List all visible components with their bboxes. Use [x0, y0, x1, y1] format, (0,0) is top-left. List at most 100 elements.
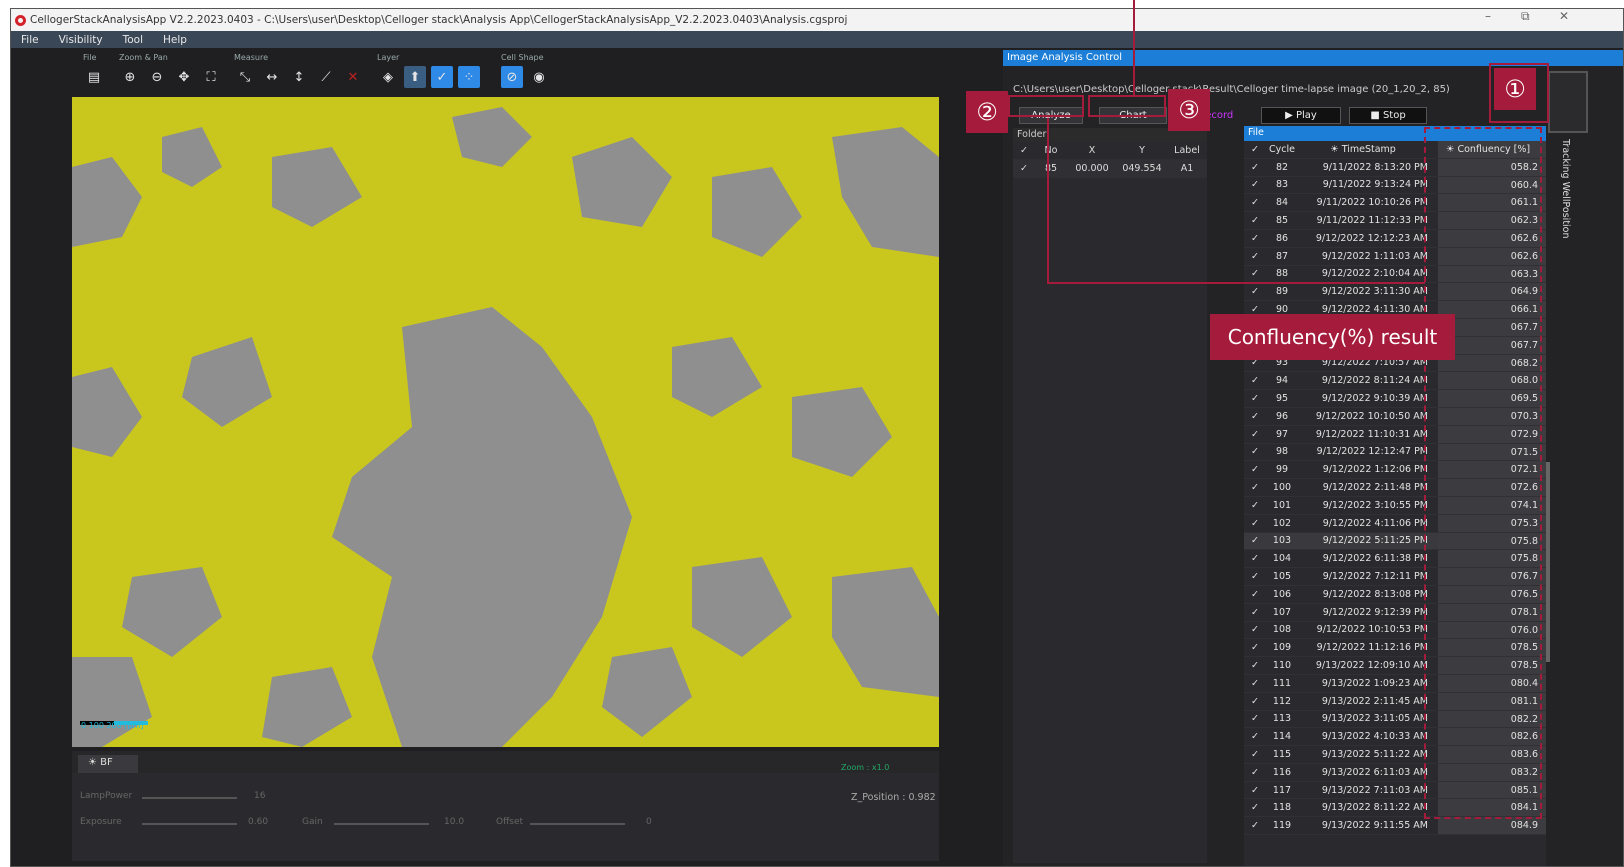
row-check[interactable]: ✓	[1244, 429, 1266, 440]
row-timestamp: 9/12/2022 8:13:08 PM	[1322, 588, 1428, 600]
folder-row-x: 00.000	[1075, 163, 1109, 174]
row-check[interactable]: ✓	[1244, 535, 1266, 546]
measure-line-icon[interactable]: ⤡	[234, 66, 256, 88]
row-cycle: 108	[1272, 624, 1292, 636]
pan-icon[interactable]: ✥	[173, 66, 195, 88]
row-check[interactable]: ✓	[1244, 162, 1266, 173]
confluency-result-callout: Confluency(%) result	[1210, 314, 1455, 360]
gain-slider[interactable]	[334, 823, 429, 825]
row-check[interactable]: ✓	[1244, 749, 1266, 760]
folder-row-check[interactable]: ✓	[1013, 163, 1035, 174]
fit-screen-icon[interactable]: ⛶	[200, 66, 222, 88]
row-check[interactable]: ✓	[1244, 233, 1266, 244]
scale-bar-label: 0 100 200 [µm]	[81, 721, 144, 730]
cell-center-icon[interactable]: ◉	[528, 66, 550, 88]
row-check[interactable]: ✓	[1244, 518, 1266, 529]
menu-file[interactable]: File	[11, 34, 49, 46]
row-check[interactable]: ✓	[1244, 411, 1266, 422]
menu-tool[interactable]: Tool	[113, 34, 153, 46]
row-check[interactable]: ✓	[1244, 500, 1266, 511]
exposure-slider[interactable]	[142, 823, 237, 825]
row-check[interactable]: ✓	[1244, 251, 1266, 262]
bf-tab[interactable]: ☀ BF	[78, 755, 138, 773]
lamp-power-value[interactable]: 16	[254, 791, 265, 801]
side-tabs[interactable]: Tracking WellPosition	[1551, 139, 1571, 259]
offset-value[interactable]: 0	[646, 817, 652, 827]
row-cycle: 85	[1275, 215, 1289, 227]
table-row[interactable]: ✓ 119 9/13/2022 9:11:55 AM 084.9	[1244, 817, 1546, 836]
row-check[interactable]: ✓	[1244, 820, 1266, 831]
app-logo-icon	[15, 14, 26, 26]
measure-horizontal-icon[interactable]: ↔	[261, 66, 283, 88]
folder-row[interactable]: ✓ 85 00.000 049.554 A1	[1013, 160, 1207, 178]
file-col-check[interactable]: ✓	[1244, 144, 1266, 155]
row-check[interactable]: ✓	[1244, 197, 1266, 208]
row-check[interactable]: ✓	[1244, 215, 1266, 226]
row-check[interactable]: ✓	[1244, 464, 1266, 475]
row-check[interactable]: ✓	[1244, 713, 1266, 724]
minimize-button[interactable]: –	[1485, 9, 1491, 23]
zoom-in-icon[interactable]: ⊕	[119, 66, 141, 88]
row-check[interactable]: ✓	[1244, 624, 1266, 635]
row-cycle: 95	[1275, 393, 1289, 405]
row-timestamp: 9/12/2022 10:10:50 AM	[1315, 410, 1428, 422]
row-check[interactable]: ✓	[1244, 393, 1266, 404]
offset-slider[interactable]	[530, 823, 625, 825]
row-check[interactable]: ✓	[1244, 286, 1266, 297]
layers-icon[interactable]: ◈	[377, 66, 399, 88]
exposure-value[interactable]: 0.60	[248, 817, 268, 827]
row-check[interactable]: ✓	[1244, 731, 1266, 742]
layer-cells-icon[interactable]: ⁘	[458, 66, 480, 88]
row-cycle: 84	[1275, 197, 1289, 209]
row-check[interactable]: ✓	[1244, 179, 1266, 190]
stop-label: ■ Stop	[1370, 110, 1406, 121]
row-check[interactable]: ✓	[1244, 767, 1266, 778]
row-check[interactable]: ✓	[1244, 785, 1266, 796]
row-timestamp: 9/12/2022 6:11:38 PM	[1322, 553, 1428, 565]
row-check[interactable]: ✓	[1244, 642, 1266, 653]
layer-mask-icon[interactable]: ✓	[431, 66, 453, 88]
annotation-line	[1133, 0, 1135, 96]
zoom-out-icon[interactable]: ⊖	[146, 66, 168, 88]
menu-help[interactable]: Help	[153, 34, 197, 46]
play-button[interactable]: ▶ Play	[1261, 107, 1341, 124]
row-check[interactable]: ✓	[1244, 446, 1266, 457]
row-timestamp: 9/13/2022 2:11:45 AM	[1321, 695, 1428, 707]
cell-outline-icon[interactable]: ⊘	[501, 66, 523, 88]
row-check[interactable]: ✓	[1244, 802, 1266, 813]
row-cycle: 110	[1272, 660, 1292, 671]
measure-vertical-icon[interactable]: ↕	[288, 66, 310, 88]
folder-col-x: X	[1088, 145, 1096, 156]
row-timestamp: 9/12/2022 8:11:24 AM	[1321, 375, 1428, 387]
row-check[interactable]: ✓	[1244, 375, 1266, 386]
row-cycle: 89	[1275, 286, 1289, 298]
device-icon[interactable]	[1548, 71, 1588, 133]
row-timestamp: 9/12/2022 9:12:39 PM	[1322, 606, 1428, 618]
row-cycle: 82	[1275, 161, 1289, 173]
row-check[interactable]: ✓	[1244, 660, 1266, 671]
row-check[interactable]: ✓	[1244, 482, 1266, 493]
open-file-icon[interactable]: ▤	[83, 66, 105, 88]
menu-visibility[interactable]: Visibility	[49, 34, 113, 46]
row-check[interactable]: ✓	[1244, 589, 1266, 600]
play-label: ▶ Play	[1285, 110, 1317, 121]
brightfield-controls: ☀ BF LampPower 16 Exposure 0.60 Gain 10.…	[72, 751, 939, 861]
gain-value[interactable]: 10.0	[444, 817, 464, 827]
row-check[interactable]: ✓	[1244, 553, 1266, 564]
delete-measure-icon[interactable]: ✕	[342, 66, 364, 88]
row-check[interactable]: ✓	[1244, 678, 1266, 689]
stop-button[interactable]: ■ Stop	[1349, 107, 1427, 124]
layer-overlay-icon[interactable]: ⬆	[404, 66, 426, 88]
row-check[interactable]: ✓	[1244, 607, 1266, 618]
row-check[interactable]: ✓	[1244, 268, 1266, 279]
measure-polyline-icon[interactable]: ⟋	[315, 66, 337, 88]
maximize-button[interactable]: ⧉	[1521, 9, 1530, 24]
folder-col-check[interactable]: ✓	[1013, 145, 1035, 156]
lamp-power-slider[interactable]	[142, 797, 237, 799]
row-check[interactable]: ✓	[1244, 696, 1266, 707]
row-cycle: 87	[1275, 250, 1289, 262]
row-cycle: 96	[1275, 410, 1289, 422]
close-button[interactable]: ✕	[1559, 9, 1569, 23]
row-check[interactable]: ✓	[1244, 571, 1266, 582]
image-viewer[interactable]	[72, 97, 939, 747]
